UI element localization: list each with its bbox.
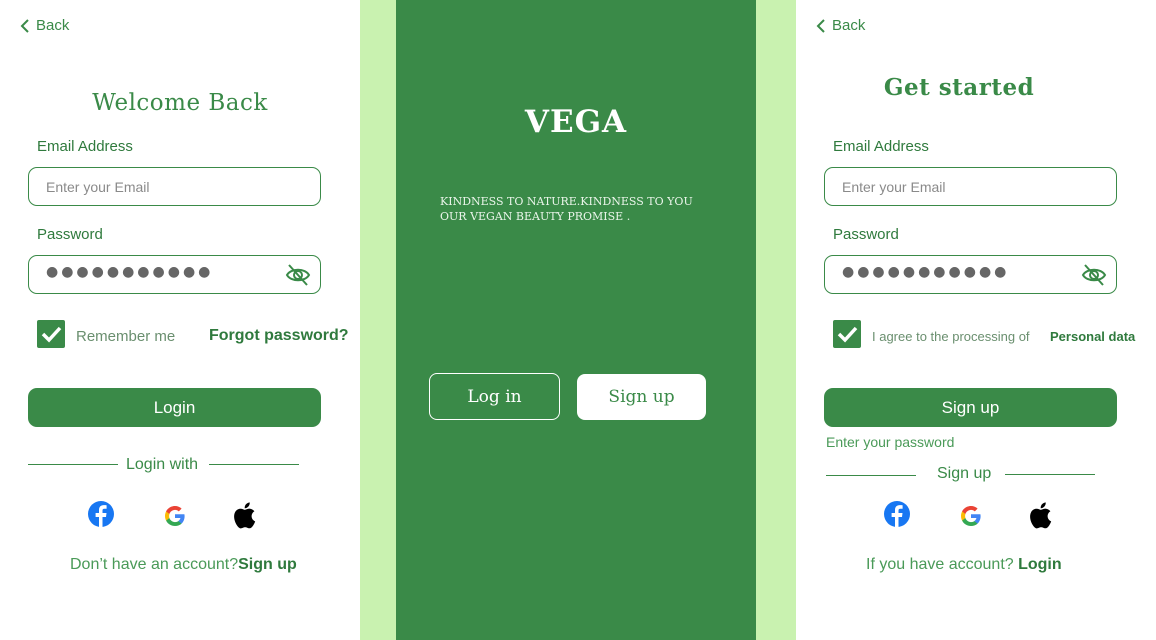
divider-line-right [1005,474,1095,475]
password-field[interactable]: ●●●●●●●●●●● [824,255,1117,294]
signup-button[interactable]: Sign up [577,374,706,420]
divider-line-left [28,464,118,465]
divider-text: Sign up [937,465,992,482]
login-button[interactable]: Login [28,388,321,427]
eye-off-icon[interactable] [285,263,311,287]
remember-label: Remember me [76,328,176,345]
signup-prompt: Don’t have an account?Sign up [70,556,297,574]
divider-text: Login with [126,456,199,473]
eye-off-icon[interactable] [1081,263,1107,287]
back-button[interactable]: Back [816,17,865,34]
tagline: KINDNESS TO NATURE.KINDNESS TO YOU OUR V… [440,194,720,224]
apple-icon[interactable] [232,502,256,529]
apple-icon[interactable] [1028,502,1052,529]
agree-label: I agree to the processing of [872,329,1030,344]
password-hint: Enter your password [826,434,955,450]
login-prompt: If you have account? Login [866,556,1062,574]
signup-prompt-text: Don’t have an account? [70,556,239,573]
brand-logo: VEGA [524,104,628,140]
splash-screen: VEGA KINDNESS TO NATURE.KINDNESS TO YOU … [396,0,756,640]
checkmark-icon [837,326,858,343]
back-label: Back [832,17,866,34]
login-button[interactable]: Log in [429,373,560,420]
email-field[interactable] [28,167,321,206]
personal-data-link[interactable]: Personal data [1050,329,1135,344]
tagline-line-1: KINDNESS TO NATURE.KINDNESS TO YOU [440,195,693,208]
forgot-password-link[interactable]: Forgot password? [209,327,349,345]
login-screen: Back Welcome Back Email Address Password… [0,0,360,640]
agree-checkbox[interactable] [833,320,861,348]
page-title: Welcome Back [92,90,268,116]
divider-line-left [826,475,916,476]
back-button[interactable]: Back [20,17,69,34]
back-label: Back [36,17,70,34]
checkmark-icon [41,326,62,343]
login-link[interactable]: Login [1018,556,1062,573]
tagline-line-2: OUR VEGAN BEAUTY PROMISE . [440,210,631,223]
signup-button[interactable]: Sign up [824,388,1117,427]
email-label: Email Address [37,138,133,155]
chevron-left-icon [20,18,29,33]
signup-screen: Back Get started Email Address Password … [796,0,1156,640]
email-input[interactable] [842,178,1062,195]
password-label: Password [37,226,103,243]
google-icon[interactable] [163,504,187,528]
google-icon[interactable] [959,504,983,528]
password-field[interactable]: ●●●●●●●●●●● [28,255,321,294]
remember-checkbox[interactable] [37,320,65,348]
signup-link[interactable]: Sign up [238,556,297,573]
facebook-icon[interactable] [884,501,910,527]
login-prompt-text: If you have account? [866,556,1014,573]
page-title: Get started [883,74,1035,101]
email-field[interactable] [824,167,1117,206]
email-label: Email Address [833,138,929,155]
chevron-left-icon [816,18,825,33]
facebook-icon[interactable] [88,501,114,527]
password-value: ●●●●●●●●●●● [842,264,1010,280]
divider-line-right [209,464,299,465]
password-value: ●●●●●●●●●●● [46,264,214,280]
email-input[interactable] [46,178,266,195]
password-label: Password [833,226,899,243]
